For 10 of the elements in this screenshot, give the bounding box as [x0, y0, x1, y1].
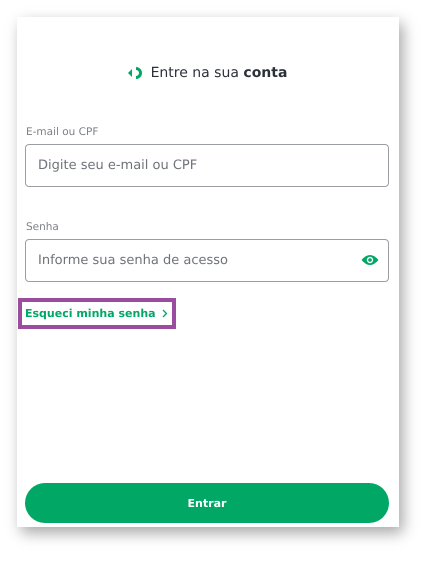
page-title: Entre na sua conta	[150, 65, 288, 81]
field-label: E-mail ou CPF	[25, 126, 100, 138]
password-field[interactable]: Informe sua senha de acesso	[25, 239, 389, 282]
forgot-password-link[interactable]: Esqueci minha senha	[20, 300, 174, 327]
eye-icon[interactable]	[361, 254, 379, 266]
login-button[interactable]: Entrar	[25, 483, 389, 523]
email-field[interactable]: Digite seu e-mail ou CPF	[25, 144, 389, 187]
field-label: Senha	[25, 221, 60, 233]
logo-icon	[126, 66, 143, 80]
chevron-icon	[162, 309, 168, 318]
